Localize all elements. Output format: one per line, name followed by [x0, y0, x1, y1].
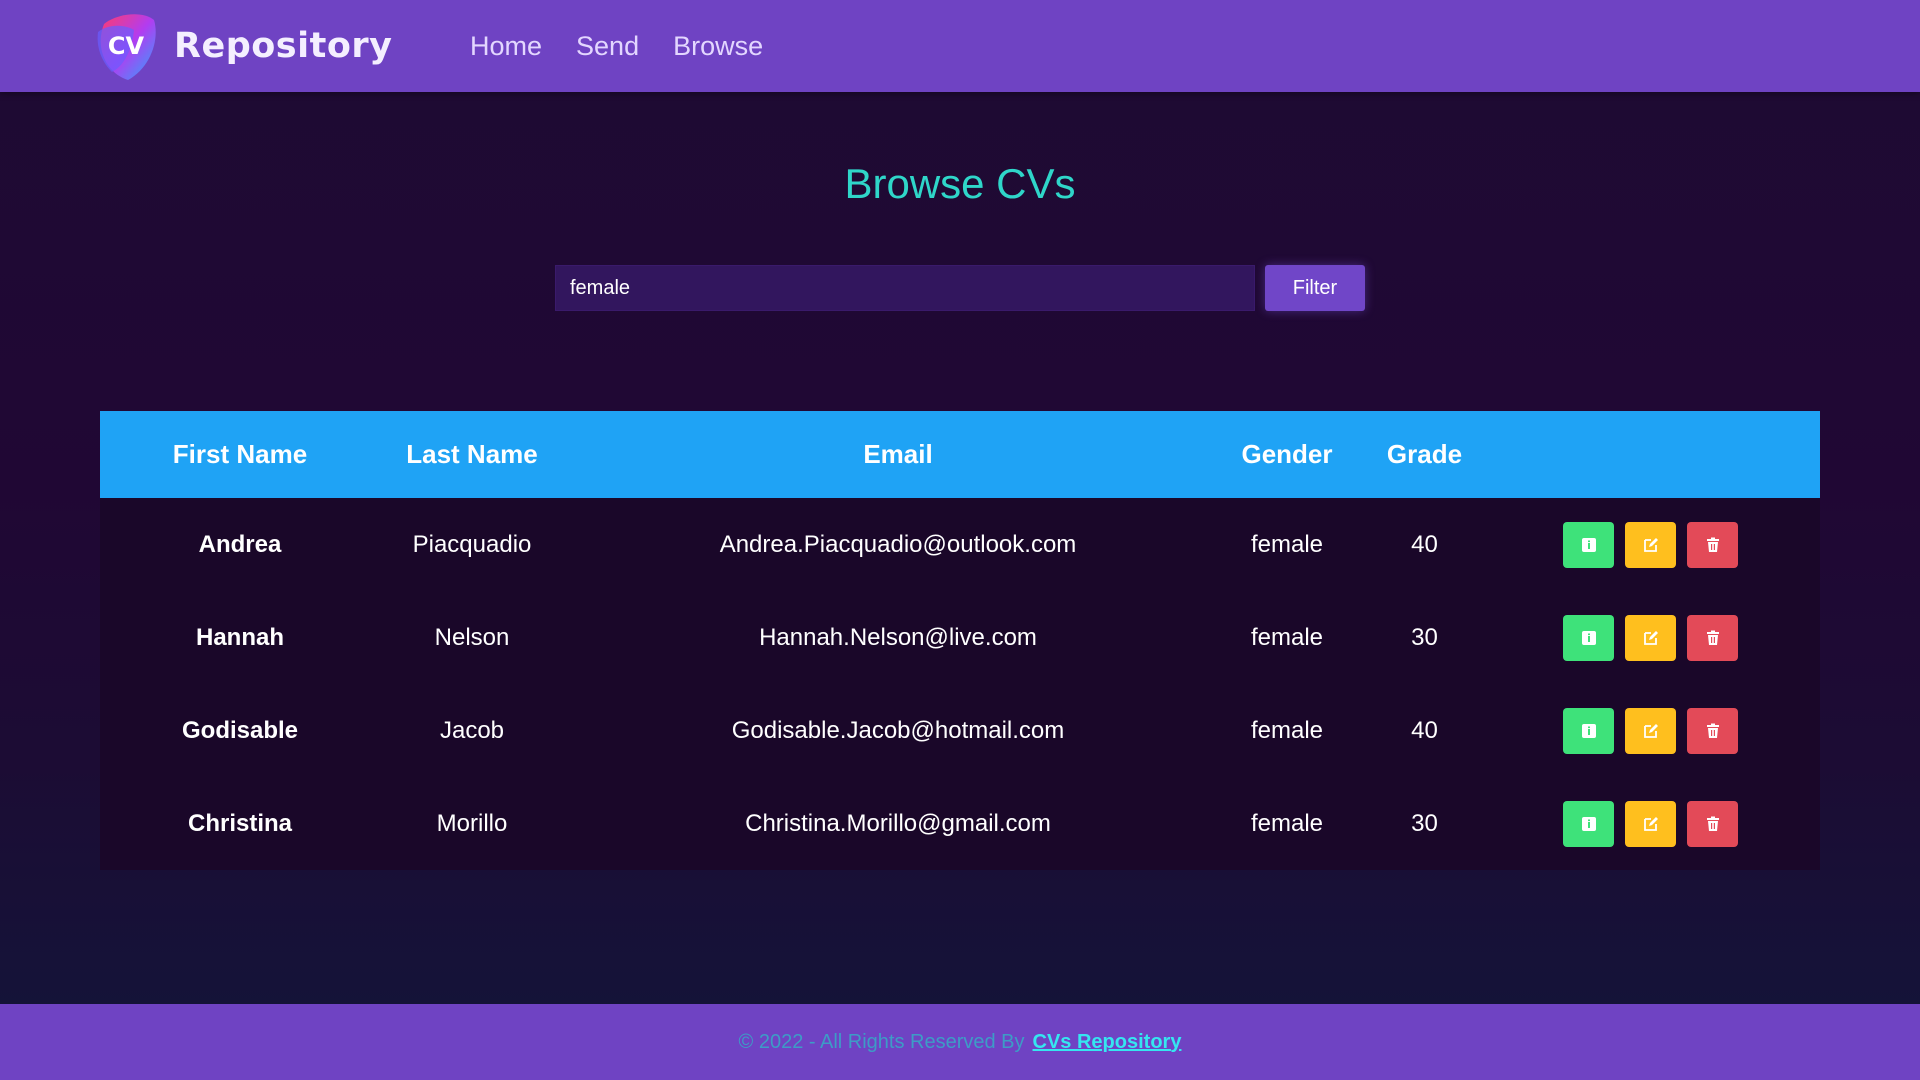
edit-button[interactable] — [1625, 521, 1676, 568]
header-actions — [1507, 411, 1820, 498]
delete-button[interactable] — [1687, 521, 1738, 568]
page-title: Browse CVs — [844, 160, 1076, 207]
header-first-name: First Name — [172, 439, 308, 469]
cell-email: Christina.Morillo@gmail.com — [745, 809, 1051, 837]
cell-actions — [1507, 777, 1820, 870]
brand-name: Repository — [174, 26, 393, 66]
cell-first-name: Godisable — [181, 716, 299, 744]
search-input[interactable] — [555, 265, 1255, 311]
edit-button[interactable] — [1625, 800, 1676, 847]
nav-link-browse[interactable]: Browse — [673, 31, 763, 62]
row-actions — [1507, 614, 1820, 661]
cell-gender: female — [1250, 809, 1324, 837]
cell-gender: female — [1250, 623, 1324, 651]
table-row: Andrea Piacquadio Andrea.Piacquadio@outl… — [100, 498, 1820, 591]
cell-grade: 30 — [1411, 623, 1438, 651]
table-body: Andrea Piacquadio Andrea.Piacquadio@outl… — [100, 498, 1820, 870]
brand[interactable]: CV Repository — [94, 10, 392, 82]
cell-actions — [1507, 498, 1820, 591]
cell-grade: 30 — [1411, 809, 1438, 837]
nav-link-home[interactable]: Home — [470, 31, 542, 62]
row-actions — [1507, 800, 1820, 847]
edit-button[interactable] — [1625, 614, 1676, 661]
cell-gender: female — [1250, 530, 1324, 558]
footer: © 2022 - All Rights Reserved By CVs Repo… — [0, 1004, 1920, 1080]
row-actions — [1507, 521, 1820, 568]
edit-icon — [1643, 723, 1658, 738]
cell-email: Hannah.Nelson@live.com — [759, 623, 1037, 651]
nav-link-send[interactable]: Send — [576, 31, 639, 62]
filter-bar: Filter — [555, 265, 1365, 311]
table-row: Godisable Jacob Godisable.Jacob@hotmail.… — [100, 684, 1820, 777]
table-row: Christina Morillo Christina.Morillo@gmai… — [100, 777, 1820, 870]
cell-first-name: Christina — [187, 809, 292, 837]
cell-first-name: Hannah — [195, 623, 284, 651]
info-button[interactable] — [1563, 614, 1614, 661]
cell-first-name: Andrea — [198, 530, 282, 558]
delete-button[interactable] — [1687, 800, 1738, 847]
delete-button[interactable] — [1687, 614, 1738, 661]
edit-icon — [1643, 537, 1658, 552]
cell-actions — [1507, 684, 1820, 777]
trash-icon — [1706, 723, 1719, 738]
cell-email: Andrea.Piacquadio@outlook.com — [719, 530, 1077, 558]
filter-button[interactable]: Filter — [1265, 265, 1365, 311]
cell-email: Godisable.Jacob@hotmail.com — [731, 716, 1065, 744]
info-icon — [1581, 630, 1596, 645]
info-button[interactable] — [1563, 707, 1614, 754]
info-icon — [1581, 816, 1596, 831]
cell-actions — [1507, 591, 1820, 684]
svg-text:CV: CV — [108, 32, 145, 60]
delete-button[interactable] — [1687, 707, 1738, 754]
cell-last-name: Morillo — [436, 809, 508, 837]
table-header-row: First Name Last Name Email Gender Grade — [100, 411, 1820, 498]
header-email: Email — [863, 439, 933, 469]
cell-gender: female — [1250, 716, 1324, 744]
cell-grade: 40 — [1411, 716, 1438, 744]
cv-table-container: First Name Last Name Email Gender Grade … — [100, 411, 1820, 870]
navbar: CV Repository Home Send Browse — [0, 0, 1920, 92]
info-button[interactable] — [1563, 521, 1614, 568]
info-button[interactable] — [1563, 800, 1614, 847]
row-actions — [1507, 707, 1820, 754]
cell-grade: 40 — [1411, 530, 1438, 558]
trash-icon — [1706, 816, 1719, 831]
edit-icon — [1643, 816, 1658, 831]
table-row: Hannah Nelson Hannah.Nelson@live.com fem… — [100, 591, 1820, 684]
header-grade: Grade — [1386, 439, 1463, 469]
cell-last-name: Nelson — [434, 623, 510, 651]
cv-logo-icon: CV — [97, 14, 156, 80]
edit-button[interactable] — [1625, 707, 1676, 754]
nav-links: Home Send Browse — [470, 0, 797, 92]
trash-icon — [1706, 630, 1719, 645]
info-icon — [1581, 723, 1596, 738]
cell-last-name: Piacquadio — [412, 530, 532, 558]
info-icon — [1581, 537, 1596, 552]
footer-copyright: © 2022 - All Rights Reserved By — [738, 1030, 1025, 1053]
edit-icon — [1643, 630, 1658, 645]
trash-icon — [1706, 537, 1719, 552]
cell-last-name: Jacob — [439, 716, 505, 744]
footer-link[interactable]: CVs Repository — [1033, 1031, 1182, 1054]
header-last-name: Last Name — [406, 439, 538, 469]
header-gender: Gender — [1241, 439, 1333, 469]
cv-table: First Name Last Name Email Gender Grade … — [100, 411, 1820, 870]
